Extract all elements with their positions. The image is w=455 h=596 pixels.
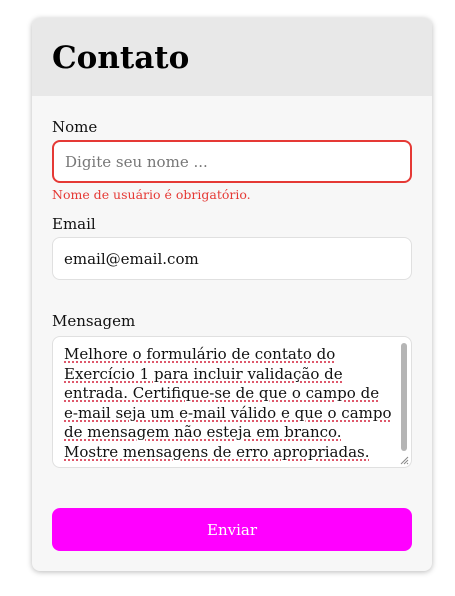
message-text: Melhore o formulário de contato do Exerc… (64, 345, 394, 462)
contact-form-card: Contato Nome Nome de usuário é obrigatór… (32, 18, 432, 571)
name-error-message: Nome de usuário é obrigatório. (52, 187, 251, 202)
message-label: Mensagem (52, 312, 136, 330)
message-textarea[interactable]: Melhore o formulário de contato do Exerc… (52, 336, 412, 468)
email-input[interactable] (52, 237, 412, 280)
name-input[interactable] (52, 140, 412, 183)
message-content: Melhore o formulário de contato do Exerc… (64, 345, 392, 461)
submit-button[interactable]: Enviar (52, 508, 412, 551)
textarea-scrollbar[interactable] (401, 343, 407, 451)
email-label: Email (52, 215, 96, 233)
name-label: Nome (52, 118, 98, 136)
resize-handle-icon[interactable] (399, 455, 409, 465)
card-header: Contato (32, 18, 432, 96)
page-title: Contato (52, 40, 190, 76)
